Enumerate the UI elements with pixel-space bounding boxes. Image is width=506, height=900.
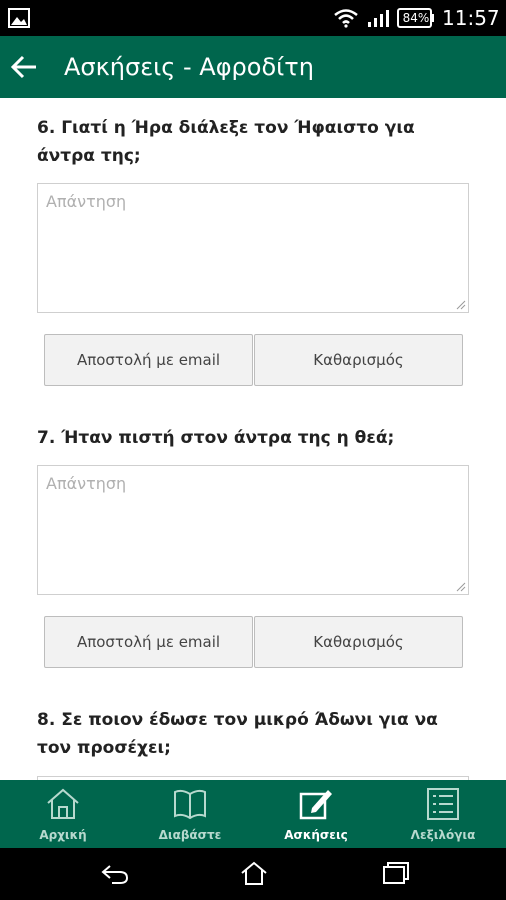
- gallery-icon: [8, 8, 30, 28]
- nav-label-vocabulary: Λεξιλόγια: [410, 828, 476, 842]
- nav-label-exercises: Ασκήσεις: [284, 828, 348, 842]
- app-bar: Ασκήσεις - Αφροδίτη: [0, 36, 506, 98]
- resize-handle-icon[interactable]: [456, 582, 466, 592]
- nav-item-read[interactable]: Διαβάστε: [127, 780, 253, 848]
- answer-6-placeholder: Απάντηση: [46, 192, 127, 211]
- resize-handle-icon[interactable]: [456, 300, 466, 310]
- arrow-left-icon: [10, 55, 36, 79]
- back-button[interactable]: [6, 47, 46, 87]
- exercise-content[interactable]: 6. Γιατί η Ήρα διάλεξε τον Ήφαιστο για ά…: [0, 98, 506, 780]
- status-bar: 84% 11:57: [0, 0, 506, 36]
- clear-button-7[interactable]: Καθαρισμός: [254, 616, 463, 668]
- edit-icon: [299, 790, 332, 820]
- signal-icon: [368, 10, 389, 27]
- nav-item-home[interactable]: Αρχική: [0, 780, 126, 848]
- home-icon: [47, 788, 79, 819]
- question-8-text: 8. Σε ποιον έδωσε τον μικρό Άδωνι για να…: [37, 710, 438, 758]
- question-6-text: 6. Γιατί η Ήρα διάλεξε τον Ήφαιστο για ά…: [37, 118, 415, 166]
- bottom-nav: Αρχική Διαβάστε Ασκήσεις Λεξιλόγια: [0, 780, 506, 848]
- system-home-icon[interactable]: [239, 860, 269, 886]
- nav-label-home: Αρχική: [39, 828, 87, 842]
- book-icon: [174, 789, 206, 820]
- question-7-text: 7. Ήταν πιστή στον άντρα της η θεά;: [37, 428, 395, 448]
- answer-7-placeholder: Απάντηση: [46, 474, 127, 493]
- page-title: Ασκήσεις - Αφροδίτη: [64, 53, 314, 81]
- wifi-icon: [334, 9, 358, 28]
- system-back-icon[interactable]: [100, 860, 130, 886]
- answer-7-field[interactable]: Απάντηση: [37, 465, 469, 595]
- clock: 11:57: [442, 6, 500, 30]
- battery-level: 84%: [402, 11, 430, 25]
- nav-label-read: Διαβάστε: [158, 828, 222, 842]
- nav-item-exercises[interactable]: Ασκήσεις: [253, 780, 379, 848]
- answer-6-field[interactable]: Απάντηση: [37, 183, 469, 313]
- system-recents-icon[interactable]: [381, 860, 411, 886]
- system-nav-bar: [0, 848, 506, 900]
- list-icon: [427, 788, 459, 820]
- nav-item-vocabulary[interactable]: Λεξιλόγια: [380, 780, 506, 848]
- clear-button-6[interactable]: Καθαρισμός: [254, 334, 463, 386]
- send-email-button-7[interactable]: Αποστολή με email: [44, 616, 253, 668]
- send-email-button-6[interactable]: Αποστολή με email: [44, 334, 253, 386]
